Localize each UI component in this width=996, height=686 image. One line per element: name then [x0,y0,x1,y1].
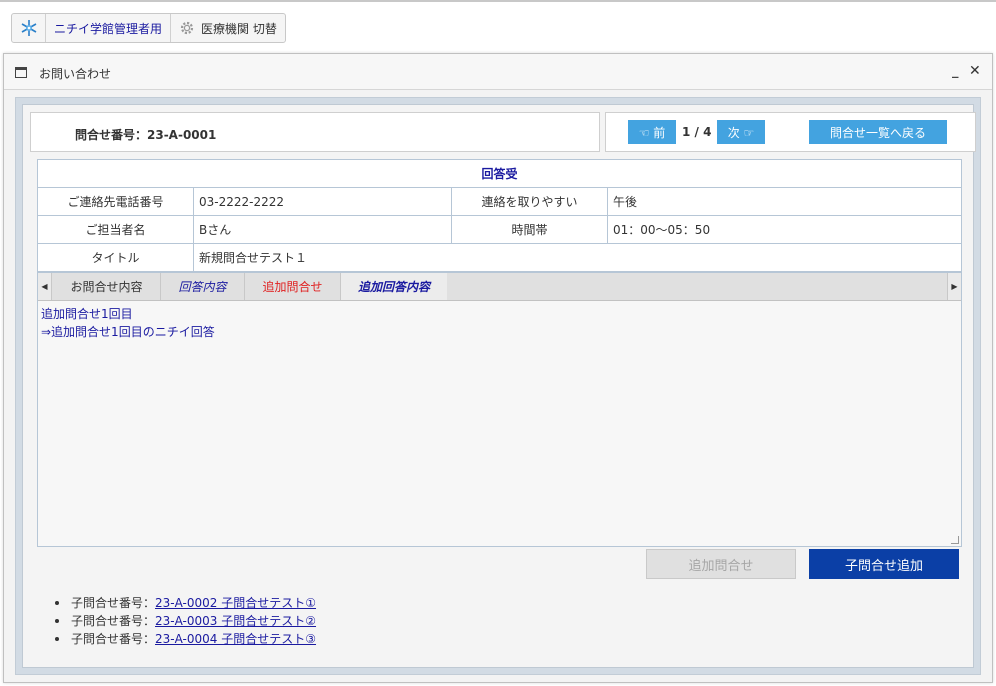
list-item: 子問合せ番号：23-A-0004 子問合せテスト③ [55,630,316,648]
detail-table: 回答受 ご連絡先電話番号 03-2222-2222 連絡を取りやすい 午後 ご担… [37,159,962,272]
top-border [0,0,996,2]
page-indicator: 1 / 4 [682,125,712,139]
child-inquiry-link[interactable]: 23-A-0003 子問合せテスト② [155,614,316,628]
tab-additional-inquiry[interactable]: 追加問合せ [245,273,341,300]
switch-facility-button[interactable]: 医療機関 切替 [171,14,285,42]
gear-icon [179,20,195,36]
window-icon [15,67,27,78]
close-button[interactable]: ✕ [969,63,981,79]
tab-scroll-right-icon[interactable]: ▶ [947,273,961,300]
resize-grip-icon[interactable] [951,536,959,544]
title-value: 新規問合せテスト１ [193,243,962,272]
detail-row: タイトル 新規問合せテスト１ [37,243,962,272]
tab-content-textarea[interactable]: 追加問合せ1回目 ⇒追加問合せ1回目のニチイ回答 [38,301,961,546]
child-inquiry-link[interactable]: 23-A-0004 子問合せテスト③ [155,632,316,646]
navigation-box: ☜ 前 1 / 4 次 ☞ 問合せ一覧へ戻る [605,112,976,152]
timeslot-label: 時間帯 [451,215,608,244]
detail-header-row: 回答受 [37,159,962,188]
detail-row: ご連絡先電話番号 03-2222-2222 連絡を取りやすい 午後 [37,187,962,216]
list-item: 子問合せ番号：23-A-0003 子問合せテスト② [55,612,316,630]
minimize-button[interactable]: _ [952,64,959,79]
content-frame: 問合せ番号：23-A-0001 ☜ 前 1 / 4 次 ☞ 問合せ一覧へ戻る 回… [15,97,981,675]
content-panel: 問合せ番号：23-A-0001 ☜ 前 1 / 4 次 ☞ 問合せ一覧へ戻る 回… [22,104,976,668]
inquiry-number: 問合せ番号：23-A-0001 [75,128,217,142]
status-header: 回答受 [37,159,962,188]
top-toolbar: ニチイ学館管理者用 医療機関 切替 [11,13,286,43]
content-line: 追加問合せ1回目 [41,307,133,321]
tab-inquiry-content[interactable]: お問合せ内容 [53,273,161,300]
person-value: Bさん [193,215,452,244]
inquiry-window: お問い合わせ _ ✕ 問合せ番号：23-A-0001 ☜ 前 1 / 4 次 ☞… [3,53,993,683]
add-inquiry-button[interactable]: 追加問合せ [646,549,796,579]
content-line: ⇒追加問合せ1回目のニチイ回答 [41,325,215,339]
window-title: お問い合わせ [39,67,112,81]
detail-row: ご担当者名 Bさん 時間帯 01：00～05：50 [37,215,962,244]
child-prefix: 子問合せ番号： [71,632,156,646]
tab-area: ◀ お問合せ内容 回答内容 追加問合せ 追加回答内容 ▶ 追加問合せ1回目 ⇒追… [37,272,962,547]
prev-button[interactable]: ☜ 前 [628,120,676,144]
contact-time-value: 午後 [607,187,962,216]
snowflake-logo-icon [21,20,36,36]
timeslot-value: 01：00～05：50 [607,215,962,244]
switch-facility-label: 医療機関 切替 [201,21,277,36]
back-to-list-button[interactable]: 問合せ一覧へ戻る [809,120,947,144]
child-inquiry-link[interactable]: 23-A-0002 子問合せテスト① [155,596,316,610]
child-prefix: 子問合せ番号： [71,596,156,610]
tab-answer-content[interactable]: 回答内容 [161,273,245,300]
add-child-inquiry-button[interactable]: 子問合せ追加 [809,549,959,579]
title-label: タイトル [37,243,194,272]
list-item: 子問合せ番号：23-A-0002 子問合せテスト① [55,594,316,612]
tab-bar: ◀ お問合せ内容 回答内容 追加問合せ 追加回答内容 ▶ [38,273,961,301]
admin-menu-button[interactable]: ニチイ学館管理者用 [46,14,172,42]
person-label: ご担当者名 [37,215,194,244]
inquiry-number-box: 問合せ番号：23-A-0001 [30,112,600,152]
window-header: お問い合わせ _ ✕ [4,54,992,90]
tab-scroll-left-icon[interactable]: ◀ [38,273,52,300]
child-inquiry-list: 子問合せ番号：23-A-0002 子問合せテスト① 子問合せ番号：23-A-00… [55,594,316,648]
admin-menu-label: ニチイ学館管理者用 [54,21,163,36]
child-prefix: 子問合せ番号： [71,614,156,628]
phone-value: 03-2222-2222 [193,187,452,216]
logo-button[interactable] [12,14,46,42]
tab-additional-answer[interactable]: 追加回答内容 [341,273,447,300]
phone-label: ご連絡先電話番号 [37,187,194,216]
contact-time-label: 連絡を取りやすい [451,187,608,216]
next-button[interactable]: 次 ☞ [717,120,765,144]
